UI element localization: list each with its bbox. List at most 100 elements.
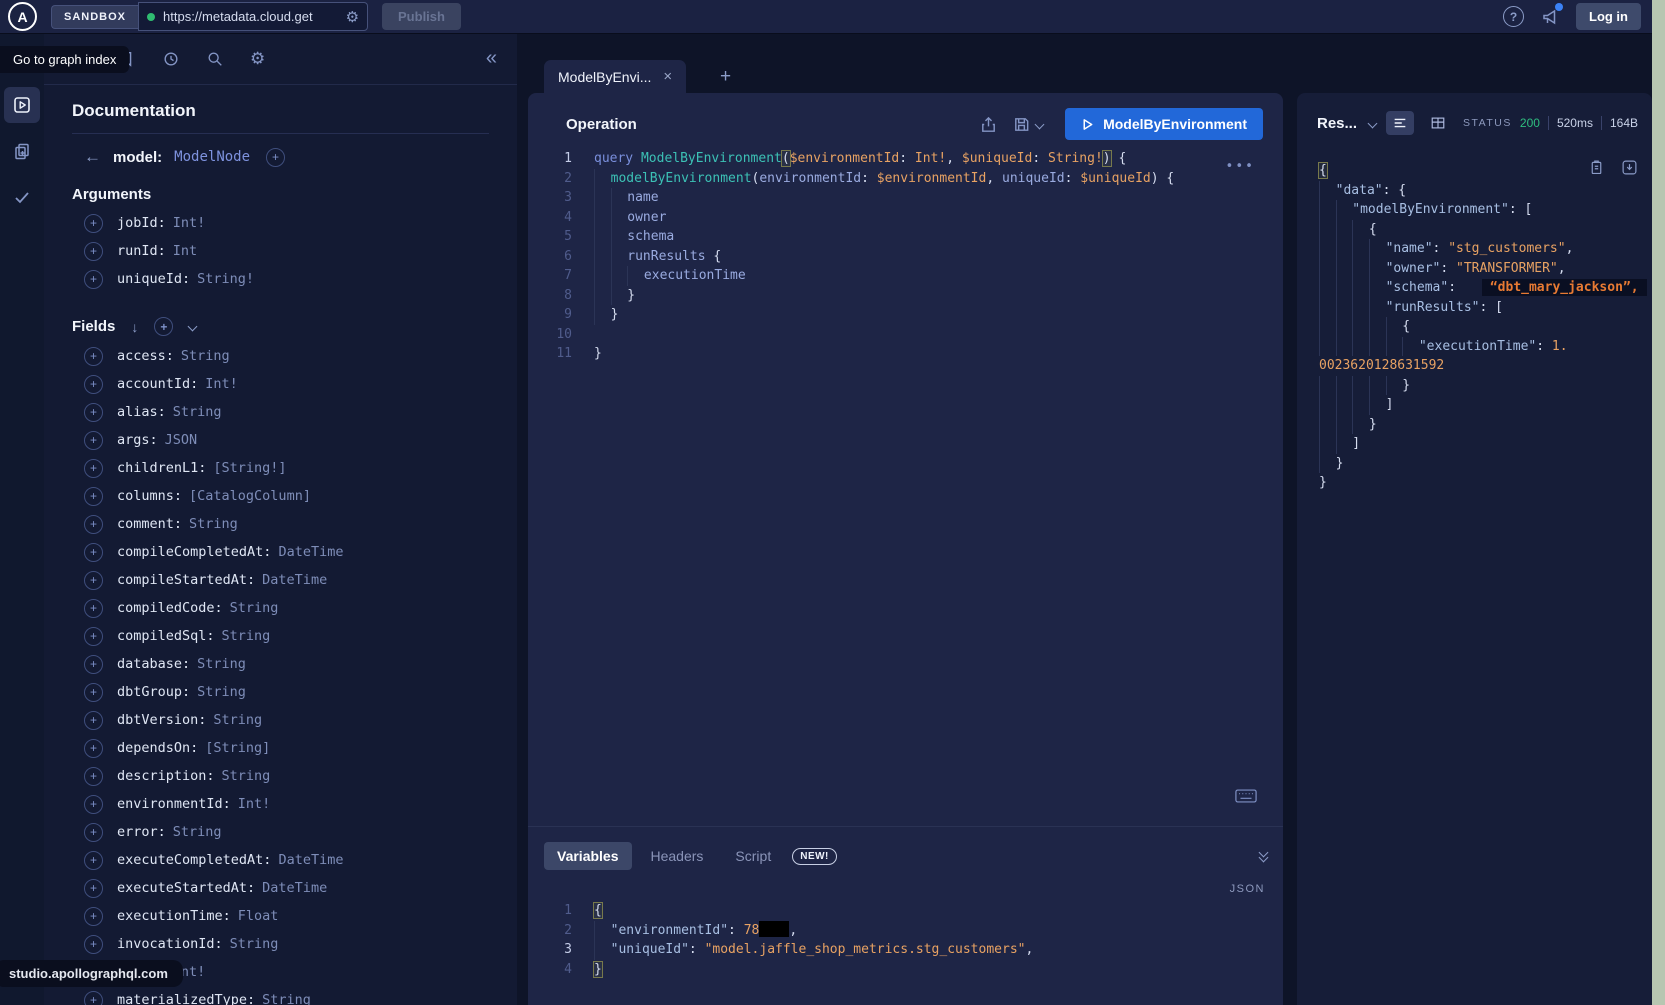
back-arrow-icon[interactable]: ← (84, 147, 101, 167)
share-icon[interactable] (979, 115, 998, 134)
add-to-query-icon[interactable] (84, 431, 103, 450)
add-to-query-icon[interactable] (84, 823, 103, 842)
doc-field-row[interactable]: compiledSql:String (72, 622, 489, 650)
field-type-link[interactable]: DateTime (262, 880, 327, 896)
chevron-down-icon[interactable] (188, 322, 198, 332)
field-type-link[interactable]: String (181, 348, 230, 364)
add-to-query-icon[interactable] (84, 487, 103, 506)
field-type-link[interactable]: String (230, 936, 279, 952)
search-icon[interactable] (206, 50, 224, 68)
download-response-icon[interactable] (1621, 159, 1638, 176)
field-type-link[interactable]: Int (173, 243, 197, 259)
save-chevron-icon[interactable] (1035, 119, 1045, 129)
doc-field-row[interactable]: compiledCode:String (72, 594, 489, 622)
response-table-view-icon[interactable] (1424, 111, 1452, 135)
doc-field-row[interactable]: access:String (72, 342, 489, 370)
schema-tab-icon[interactable] (4, 133, 40, 169)
editor-menu-icon[interactable]: ••• (1226, 157, 1255, 177)
add-to-query-icon[interactable] (84, 851, 103, 870)
doc-field-row[interactable]: childrenL1:[String!] (72, 454, 489, 482)
doc-field-row[interactable]: dbtGroup:String (72, 678, 489, 706)
explorer-tab-icon[interactable] (4, 87, 40, 123)
add-to-query-icon[interactable] (84, 683, 103, 702)
keyboard-shortcuts-icon[interactable] (1235, 789, 1257, 803)
tab-modelbyenvironment[interactable]: ModelByEnvi... × (544, 60, 686, 93)
field-type-link[interactable]: String (262, 992, 311, 1005)
query-editor[interactable]: 1query ModelByEnvironment($environmentId… (528, 143, 1283, 827)
variables-editor[interactable]: 1{2"environmentId": 78,3"uniqueId": "mod… (528, 877, 1283, 979)
doc-argument-row[interactable]: jobId:Int! (72, 209, 489, 237)
login-button[interactable]: Log in (1576, 3, 1641, 30)
doc-field-row[interactable]: dbtVersion:String (72, 706, 489, 734)
add-to-query-icon[interactable] (84, 515, 103, 534)
field-type-link[interactable]: Int! (205, 376, 238, 392)
doc-field-row[interactable]: args:JSON (72, 426, 489, 454)
announcements-icon[interactable] (1540, 7, 1560, 27)
add-to-query-icon[interactable] (84, 795, 103, 814)
field-type-link[interactable]: String (197, 684, 246, 700)
publish-button[interactable]: Publish (382, 3, 461, 30)
checklist-tab-icon[interactable] (4, 179, 40, 215)
new-tab-icon[interactable]: + (720, 66, 731, 88)
response-raw-view-icon[interactable] (1386, 111, 1414, 135)
field-type-link[interactable]: String! (197, 271, 254, 287)
apollo-logo[interactable]: A (8, 2, 37, 31)
field-type-link[interactable]: DateTime (278, 544, 343, 560)
breadcrumb-type-link[interactable]: ModelNode (174, 149, 250, 165)
add-to-query-icon[interactable] (84, 935, 103, 954)
doc-field-row[interactable]: executionTime:Float (72, 902, 489, 930)
add-to-query-icon[interactable] (84, 739, 103, 758)
close-tab-icon[interactable]: × (663, 68, 672, 85)
doc-field-row[interactable]: accountId:Int! (72, 370, 489, 398)
doc-field-row[interactable]: alias:String (72, 398, 489, 426)
tab-variables[interactable]: Variables (544, 842, 632, 870)
endpoint-url-input[interactable]: https://metadata.cloud.get ⚙ (138, 2, 368, 31)
add-to-query-icon[interactable] (84, 991, 103, 1005)
add-to-query-icon[interactable] (84, 907, 103, 926)
field-type-link[interactable]: String (173, 824, 222, 840)
field-type-link[interactable]: String (222, 628, 271, 644)
response-chevron-icon[interactable] (1368, 118, 1378, 128)
doc-field-row[interactable]: database:String (72, 650, 489, 678)
add-to-query-icon[interactable] (84, 347, 103, 366)
field-type-link[interactable]: [CatalogColumn] (189, 488, 311, 504)
field-type-link[interactable]: [String!] (213, 460, 286, 476)
add-to-query-icon[interactable] (84, 270, 103, 289)
doc-field-row[interactable]: compileStartedAt:DateTime (72, 566, 489, 594)
doc-field-row[interactable]: error:String (72, 818, 489, 846)
add-to-query-icon[interactable] (84, 655, 103, 674)
help-icon[interactable]: ? (1503, 6, 1524, 27)
field-type-link[interactable]: Int! (238, 796, 271, 812)
doc-field-row[interactable]: invocationId:String (72, 930, 489, 958)
add-to-query-icon[interactable] (84, 242, 103, 261)
history-icon[interactable] (162, 50, 180, 68)
doc-field-row[interactable]: materializedType:String (72, 986, 489, 1005)
field-type-link[interactable]: JSON (165, 432, 198, 448)
field-type-link[interactable]: String (173, 404, 222, 420)
doc-field-row[interactable]: compileCompletedAt:DateTime (72, 538, 489, 566)
doc-field-row[interactable]: description:String (72, 762, 489, 790)
doc-field-row[interactable]: executeStartedAt:DateTime (72, 874, 489, 902)
doc-field-row[interactable]: environmentId:Int! (72, 790, 489, 818)
add-to-query-icon[interactable] (84, 403, 103, 422)
sort-fields-icon[interactable]: ↓ (131, 319, 138, 335)
add-to-query-icon[interactable] (84, 375, 103, 394)
add-to-query-icon[interactable] (84, 599, 103, 618)
run-operation-button[interactable]: ModelByEnvironment (1065, 108, 1263, 140)
endpoint-url-text[interactable]: https://metadata.cloud.get (163, 9, 342, 24)
collapse-panel-icon[interactable]: « (486, 47, 497, 70)
save-icon[interactable] (1012, 115, 1031, 134)
doc-field-row[interactable]: comment:String (72, 510, 489, 538)
add-to-query-icon[interactable] (84, 879, 103, 898)
field-type-link[interactable]: DateTime (278, 852, 343, 868)
collapse-variables-icon[interactable] (1260, 852, 1267, 861)
docs-settings-icon[interactable]: ⚙ (250, 49, 265, 69)
field-type-link[interactable]: String (213, 712, 262, 728)
field-type-link[interactable]: Int! (173, 215, 206, 231)
doc-field-row[interactable]: columns:[CatalogColumn] (72, 482, 489, 510)
tab-script[interactable]: Script (722, 842, 784, 870)
add-to-query-icon[interactable] (84, 459, 103, 478)
add-to-query-icon[interactable] (84, 711, 103, 730)
field-type-link[interactable]: String (230, 600, 279, 616)
doc-argument-row[interactable]: runId:Int (72, 237, 489, 265)
